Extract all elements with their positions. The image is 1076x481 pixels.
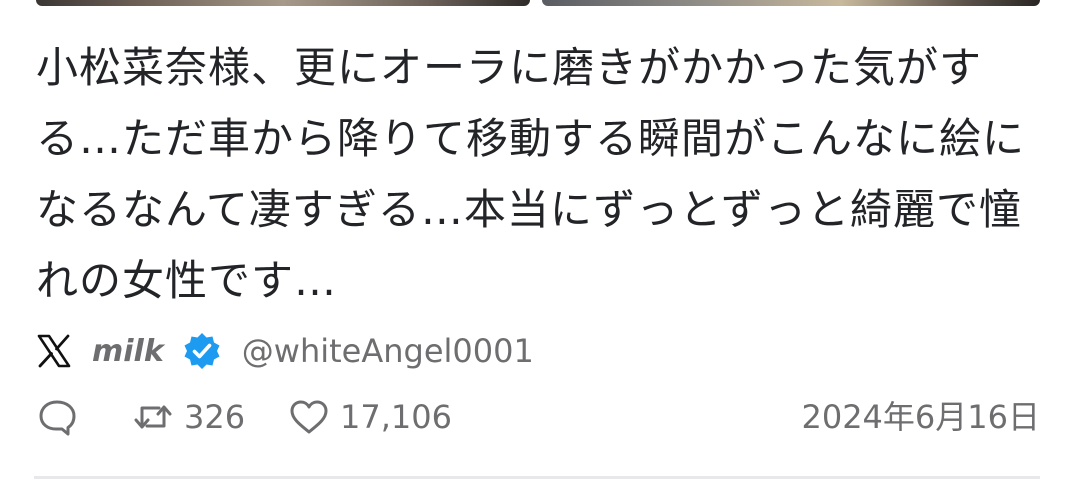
retweet-icon: [132, 396, 174, 438]
media-thumbnail-left[interactable]: [36, 0, 530, 6]
author-name[interactable]: milk: [92, 334, 164, 369]
post-text: 小松菜奈様、更にオーラに磨きがかかった気がする…ただ車から降りて移動する瞬間がこ…: [36, 43, 1026, 305]
retweet-count: 326: [184, 398, 246, 436]
media-thumbnail-right[interactable]: [542, 0, 1040, 6]
post-date[interactable]: 2024年6月16日: [801, 392, 1040, 442]
actions-row: 326 17,106 2024年6月16日: [36, 392, 1040, 442]
like-button[interactable]: 17,106: [288, 392, 452, 442]
reply-icon: [36, 396, 78, 438]
divider: [34, 476, 1040, 479]
verified-badge-icon: [182, 331, 222, 371]
media-thumbnails[interactable]: [36, 0, 1040, 8]
author-handle[interactable]: @whiteAngel0001: [242, 332, 534, 370]
x-logo-icon[interactable]: [36, 333, 72, 369]
heart-icon: [288, 396, 330, 438]
author-row[interactable]: milk @whiteAngel0001: [36, 326, 534, 376]
retweet-button[interactable]: 326: [132, 392, 245, 442]
reply-button[interactable]: [36, 392, 78, 442]
like-count: 17,106: [340, 398, 452, 436]
